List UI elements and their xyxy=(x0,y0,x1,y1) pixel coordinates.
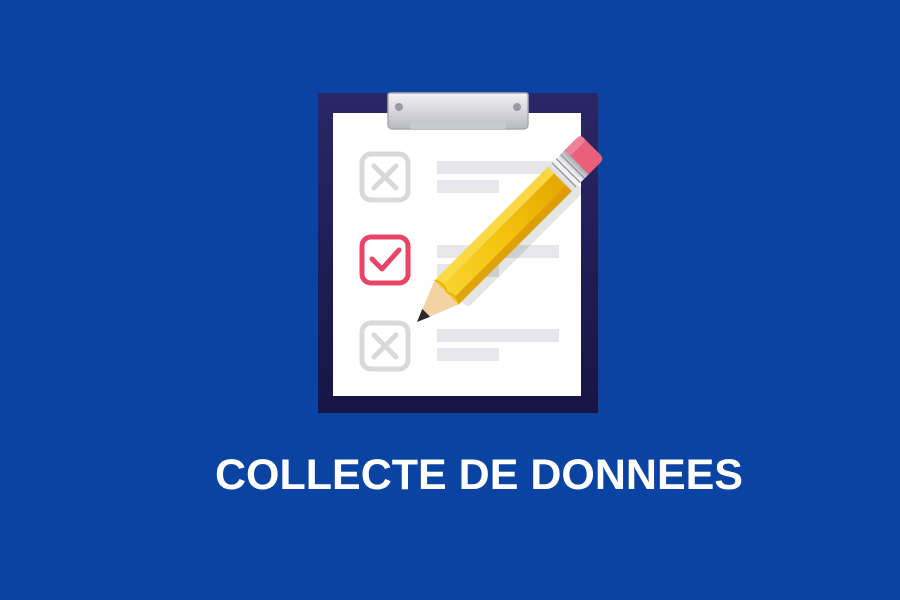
text-line xyxy=(437,348,499,361)
page-title: COLLECTE DE DONNEES xyxy=(215,451,743,499)
text-line xyxy=(437,329,559,342)
text-line xyxy=(437,180,499,193)
text-line xyxy=(437,161,559,174)
clipboard-clip xyxy=(387,92,529,130)
clipboard-icon xyxy=(318,92,603,413)
clipboard-illustration xyxy=(300,80,620,430)
